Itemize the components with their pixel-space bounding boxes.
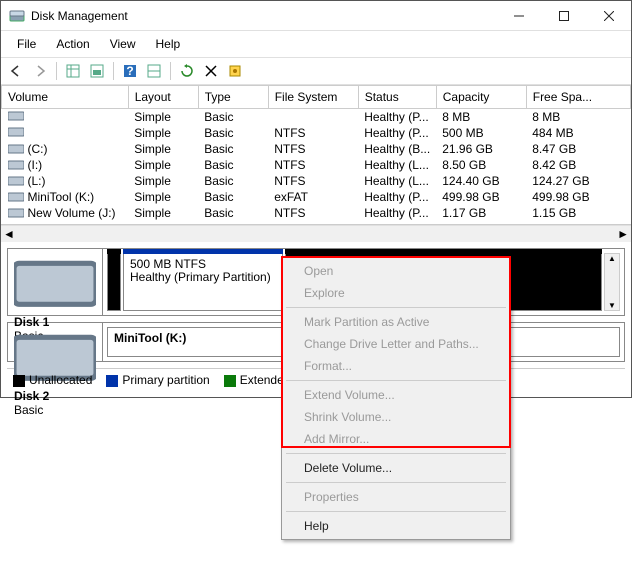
disk-management-window: Disk Management File Action View Help ? [0,0,632,398]
titlebar: Disk Management [1,1,631,31]
app-icon [9,8,25,24]
disk-1-partition-hidden-1[interactable] [107,253,121,311]
menu-delete-volume[interactable]: Delete Volume... [284,457,508,479]
menu-help[interactable]: Help [284,515,508,537]
menu-separator [286,482,506,483]
disk-1-info[interactable]: Disk 1 Basic 500.00 GB Online [8,249,103,315]
window-title: Disk Management [31,9,496,23]
settings-button[interactable] [143,60,165,82]
menu-view[interactable]: View [100,33,146,55]
maximize-button[interactable] [541,1,586,31]
scroll-left-icon[interactable]: ◄ [3,227,15,241]
volume-row[interactable]: SimpleBasicHealthy (P...8 MB8 MB [2,109,631,126]
menu-separator [286,307,506,308]
menu-shrink-volume[interactable]: Shrink Volume... [284,406,508,428]
col-status[interactable]: Status [358,86,436,109]
delete-button[interactable] [200,60,222,82]
toolbar-separator [170,62,171,80]
view-graphical-button[interactable] [86,60,108,82]
col-free[interactable]: Free Spa... [526,86,630,109]
col-volume[interactable]: Volume [2,86,129,109]
help-button[interactable]: ? [119,60,141,82]
horizontal-scrollbar[interactable]: ◄ ► [1,225,631,242]
forward-button[interactable] [29,60,51,82]
partition-status-label: Healthy (Primary Partition) [130,271,276,284]
volume-row[interactable]: (L:)SimpleBasicNTFSHealthy (L...124.40 G… [2,173,631,189]
menu-separator [286,511,506,512]
svg-text:?: ? [126,64,133,78]
context-menu: Open Explore Mark Partition as Active Ch… [281,257,511,540]
legend-primary: Primary partition [106,373,209,387]
disk-1-partition-500mb[interactable]: 500 MB NTFS Healthy (Primary Partition) [123,253,283,311]
col-capacity[interactable]: Capacity [436,86,526,109]
back-button[interactable] [5,60,27,82]
partition-size-label: 500 MB NTFS [130,258,276,271]
col-type[interactable]: Type [198,86,268,109]
minimize-button[interactable] [496,1,541,31]
close-button[interactable] [586,1,631,31]
properties-button[interactable] [224,60,246,82]
menu-help[interactable]: Help [146,33,191,55]
scroll-right-icon[interactable]: ► [617,227,629,241]
vertical-scrollbar[interactable]: ▲▼ [604,253,620,311]
volume-row[interactable]: MiniTool (K:)SimpleBasicexFATHealthy (P.… [2,189,631,205]
menu-change-letter[interactable]: Change Drive Letter and Paths... [284,333,508,355]
col-filesystem[interactable]: File System [268,86,358,109]
disk-2-type: Basic [14,403,96,417]
disk-2-name: Disk 2 [14,389,96,403]
volume-list[interactable]: Volume Layout Type File System Status Ca… [1,85,631,225]
disk-icon [14,253,96,315]
volume-row[interactable]: (I:)SimpleBasicNTFSHealthy (L...8.50 GB8… [2,157,631,173]
disk-graphical-pane: Disk 1 Basic 500.00 GB Online 500 MB NTF… [1,242,631,397]
menu-open[interactable]: Open [284,260,508,282]
volume-row[interactable]: SimpleBasicNTFSHealthy (P...500 MB484 MB [2,125,631,141]
refresh-button[interactable] [176,60,198,82]
legend-unallocated: Unallocated [13,373,92,387]
menu-format[interactable]: Format... [284,355,508,377]
view-list-button[interactable] [62,60,84,82]
menu-extend-volume[interactable]: Extend Volume... [284,384,508,406]
menu-action[interactable]: Action [46,33,99,55]
toolbar-separator [113,62,114,80]
col-layout[interactable]: Layout [128,86,198,109]
disk-2-info[interactable]: Disk 2 Basic [8,323,103,361]
menu-explore[interactable]: Explore [284,282,508,304]
menu-separator [286,453,506,454]
toolbar-separator [56,62,57,80]
menu-add-mirror[interactable]: Add Mirror... [284,428,508,450]
volume-row[interactable]: New Volume (J:)SimpleBasicNTFSHealthy (P… [2,205,631,221]
menu-properties[interactable]: Properties [284,486,508,508]
menu-mark-active[interactable]: Mark Partition as Active [284,311,508,333]
volume-row[interactable]: (C:)SimpleBasicNTFSHealthy (B...21.96 GB… [2,141,631,157]
menu-separator [286,380,506,381]
toolbar: ? [1,57,631,85]
menubar: File Action View Help [1,31,631,57]
menu-file[interactable]: File [7,33,46,55]
